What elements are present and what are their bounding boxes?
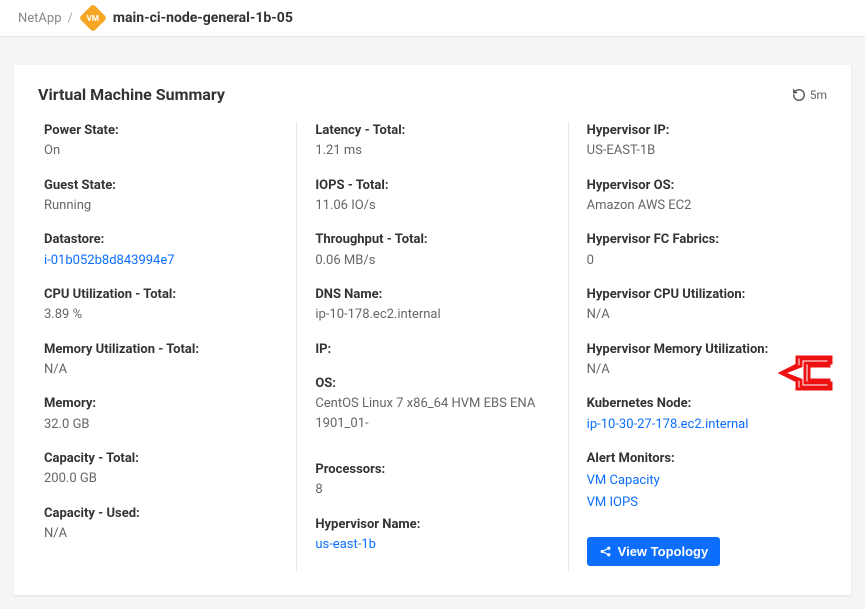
- field-processors: Processors: 8: [315, 461, 549, 500]
- field-iops: IOPS - Total: 11.06 IO/s: [315, 177, 549, 216]
- alert-monitor-link[interactable]: VM IOPS: [587, 492, 821, 514]
- page-title: main-ci-node-general-1b-05: [113, 10, 293, 26]
- summary-col-1: Power State: On Guest State: Running Dat…: [38, 122, 296, 571]
- field-capacity-total: Capacity - Total: 200.0 GB: [44, 450, 278, 489]
- hypervisor-name-link[interactable]: us-east-1b: [315, 535, 549, 555]
- field-memory-utilization: Memory Utilization - Total: N/A: [44, 341, 278, 380]
- field-kubernetes-node: Kubernetes Node: ip-10-30-27-178.ec2.int…: [587, 395, 821, 434]
- kubernetes-node-link[interactable]: ip-10-30-27-178.ec2.internal: [587, 415, 821, 435]
- refresh-indicator[interactable]: 5m: [792, 88, 827, 102]
- breadcrumb: NetApp / VM main-ci-node-general-1b-05: [0, 0, 865, 37]
- field-hypervisor-fc: Hypervisor FC Fabrics: 0: [587, 231, 821, 270]
- field-ip: IP:: [315, 341, 549, 359]
- field-hypervisor-memory: Hypervisor Memory Utilization: N/A: [587, 341, 821, 380]
- summary-col-3: Hypervisor IP: US-EAST-1B Hypervisor OS:…: [568, 122, 827, 571]
- field-os: OS: CentOS Linux 7 x86_64 HVM EBS ENA 19…: [315, 375, 549, 433]
- field-dns-name: DNS Name: ip-10-178.ec2.internal: [315, 286, 549, 325]
- field-hypervisor-os: Hypervisor OS: Amazon AWS EC2: [587, 177, 821, 216]
- card-title: Virtual Machine Summary: [38, 85, 225, 104]
- field-latency: Latency - Total: 1.21 ms: [315, 122, 549, 161]
- field-guest-state: Guest State: Running: [44, 177, 278, 216]
- field-capacity-used: Capacity - Used: N/A: [44, 505, 278, 544]
- refresh-icon: [792, 88, 806, 102]
- breadcrumb-separator: /: [68, 11, 73, 26]
- field-datastore: Datastore: i-01b052b8d843994e7: [44, 231, 278, 270]
- field-throughput: Throughput - Total: 0.06 MB/s: [315, 231, 549, 270]
- field-memory: Memory: 32.0 GB: [44, 395, 278, 434]
- datastore-link[interactable]: i-01b052b8d843994e7: [44, 251, 278, 271]
- share-icon: [599, 545, 612, 558]
- alert-monitor-link[interactable]: VM Capacity: [587, 470, 821, 492]
- vm-badge-icon: VM: [79, 4, 107, 32]
- field-hypervisor-name: Hypervisor Name: us-east-1b: [315, 516, 549, 555]
- field-cpu-utilization: CPU Utilization - Total: 3.89 %: [44, 286, 278, 325]
- field-power-state: Power State: On: [44, 122, 278, 161]
- field-hypervisor-ip: Hypervisor IP: US-EAST-1B: [587, 122, 821, 161]
- summary-col-2: Latency - Total: 1.21 ms IOPS - Total: 1…: [296, 122, 567, 571]
- view-topology-button[interactable]: View Topology: [587, 537, 721, 566]
- summary-card: Virtual Machine Summary 5m Power State: …: [14, 65, 851, 595]
- field-hypervisor-cpu: Hypervisor CPU Utilization: N/A: [587, 286, 821, 325]
- breadcrumb-root[interactable]: NetApp: [18, 11, 62, 26]
- field-alert-monitors: Alert Monitors: VM Capacity VM IOPS: [587, 450, 821, 514]
- refresh-age: 5m: [810, 88, 827, 102]
- view-topology-label: View Topology: [618, 544, 709, 559]
